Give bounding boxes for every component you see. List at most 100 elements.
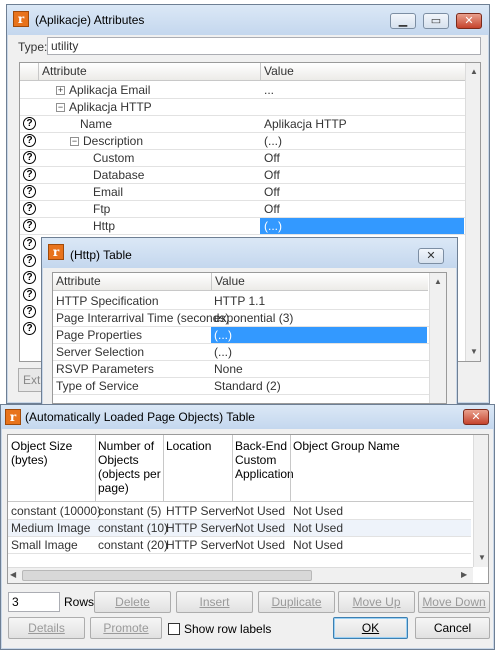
help-icon[interactable]: ? [23,219,36,232]
help-icon[interactable]: ? [23,305,36,318]
tree-row[interactable]: − Aplikacja HTTP [20,99,480,116]
row-value-selected[interactable]: (...) [211,327,427,343]
row-value[interactable]: HTTP 1.1 [214,293,265,309]
promote-button[interactable]: Promote [90,617,162,639]
row-value[interactable]: (...) [214,344,232,360]
table-row[interactable]: Small Image constant (20) HTTP Server No… [8,537,471,554]
row-value[interactable]: Standard (2) [214,378,281,394]
row-value[interactable]: Aplikacja HTTP [264,116,347,132]
help-icon[interactable]: ? [23,134,36,147]
close-button[interactable]: ✕ [463,409,489,425]
help-icon[interactable]: ? [23,237,36,250]
cell-number[interactable]: constant (10) [98,520,168,536]
table-row[interactable]: Page Interarrival Time (seconds) exponen… [53,310,446,327]
help-icon[interactable]: ? [23,168,36,181]
header-number-of-objects[interactable]: Number of Objects (objects per page) [98,439,162,495]
cell-group[interactable]: Not Used [293,503,343,519]
header-attribute[interactable]: Attribute [38,63,260,81]
type-field[interactable]: utility [47,37,481,55]
row-value[interactable]: Off [264,201,280,217]
cancel-button[interactable]: Cancel [415,617,490,639]
vertical-scrollbar[interactable]: ▲ ▼ [465,63,480,361]
attributes-titlebar[interactable]: r (Aplikacje) Attributes ▁ ▭ ✕ [7,5,489,35]
header-object-size[interactable]: Object Size (bytes) [11,439,93,467]
scroll-left-icon[interactable]: ◀ [10,570,16,579]
scroll-up-icon[interactable]: ▲ [468,66,480,78]
header-location[interactable]: Location [166,439,230,453]
rows-count-input[interactable]: 3 [8,592,60,612]
maximize-button[interactable]: ▭ [423,13,449,29]
tree-row[interactable]: + Aplikacja Email ... [20,82,480,99]
help-icon[interactable]: ? [23,288,36,301]
row-value[interactable]: ... [264,82,274,98]
horizontal-scrollbar[interactable]: ◀ ▶ [8,567,473,583]
help-icon[interactable]: ? [23,322,36,335]
scroll-thumb[interactable] [22,570,312,581]
row-value[interactable]: None [214,361,243,377]
help-icon[interactable]: ? [23,271,36,284]
header-object-group[interactable]: Object Group Name [293,439,443,453]
http-titlebar[interactable]: r (Http) Table ✕ [42,238,457,268]
row-value-selected[interactable]: (...) [260,218,464,234]
page-objects-titlebar[interactable]: r (Automatically Loaded Page Objects) Ta… [1,405,494,429]
cell-object-size[interactable]: Medium Image [11,520,90,536]
insert-button[interactable]: Insert [176,591,253,613]
row-value[interactable]: (...) [264,133,282,149]
cell-location[interactable]: HTTP Server [166,537,236,553]
expand-icon[interactable]: + [56,86,65,95]
cell-object-size[interactable]: constant (10000) [11,503,101,519]
help-icon[interactable]: ? [23,254,36,267]
close-button[interactable]: ✕ [418,248,444,264]
cell-group[interactable]: Not Used [293,537,343,553]
header-value[interactable]: Value [211,273,428,291]
header-backend-app[interactable]: Back-End Custom Application [235,439,294,481]
tree-row[interactable]: ? Custom Off [20,150,480,167]
tree-row[interactable]: ? Ftp Off [20,201,480,218]
cell-group[interactable]: Not Used [293,520,343,536]
cell-backend[interactable]: Not Used [235,503,285,519]
close-button[interactable]: ✕ [456,13,482,29]
cell-location[interactable]: HTTP Server [166,520,236,536]
help-icon[interactable]: ? [23,202,36,215]
table-row[interactable]: constant (10000) constant (5) HTTP Serve… [8,503,471,520]
move-up-button[interactable]: Move Up [338,591,415,613]
table-row[interactable]: RSVP Parameters None [53,361,446,378]
tree-row[interactable]: ? − Description (...) [20,133,480,150]
tree-row[interactable]: ? Name Aplikacja HTTP [20,116,480,133]
help-icon[interactable]: ? [23,185,36,198]
details-button[interactable]: Details [8,617,85,639]
tree-row[interactable]: ? Email Off [20,184,480,201]
header-attribute[interactable]: Attribute [53,273,211,291]
duplicate-button[interactable]: Duplicate [258,591,335,613]
collapse-icon[interactable]: − [56,103,65,112]
minimize-button[interactable]: ▁ [390,13,416,29]
vertical-scrollbar[interactable]: ▲ [429,273,446,403]
row-value[interactable]: Off [264,150,280,166]
table-row[interactable]: Page Properties (...) [53,327,446,344]
cell-location[interactable]: HTTP Server [166,503,236,519]
header-value[interactable]: Value [260,63,465,81]
cell-number[interactable]: constant (5) [98,503,161,519]
row-value[interactable]: exponential (3) [214,310,293,326]
tree-row[interactable]: ? Http (...) [20,218,480,235]
cell-backend[interactable]: Not Used [235,520,285,536]
table-row[interactable]: Medium Image constant (10) HTTP Server N… [8,520,471,537]
help-icon[interactable]: ? [23,117,36,130]
move-down-button[interactable]: Move Down [418,591,490,613]
table-row[interactable]: Server Selection (...) [53,344,446,361]
cell-backend[interactable]: Not Used [235,537,285,553]
collapse-icon[interactable]: − [70,137,79,146]
scroll-right-icon[interactable]: ▶ [461,570,467,579]
scroll-up-icon[interactable]: ▲ [432,276,444,288]
table-row[interactable]: Type of Service Standard (2) [53,378,446,395]
cell-object-size[interactable]: Small Image [11,537,78,553]
vertical-scrollbar[interactable]: ▼ [473,435,488,567]
table-row[interactable]: HTTP Specification HTTP 1.1 [53,293,446,310]
delete-button[interactable]: Delete [94,591,171,613]
scroll-down-icon[interactable]: ▼ [476,552,488,564]
row-value[interactable]: Off [264,167,280,183]
show-row-labels-checkbox[interactable] [168,623,180,635]
row-value[interactable]: Off [264,184,280,200]
help-icon[interactable]: ? [23,151,36,164]
ok-button[interactable]: OK [333,617,408,639]
